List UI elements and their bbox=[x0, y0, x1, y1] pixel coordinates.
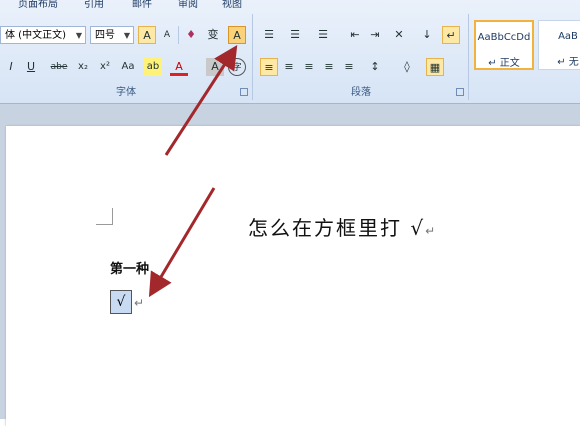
phonetic-guide-button[interactable]: 变 bbox=[204, 26, 222, 44]
method-label: 第一种 bbox=[110, 262, 150, 277]
tab-review[interactable]: 审阅 bbox=[178, 0, 198, 10]
font-name-combo[interactable]: 体 (中文正文) ▼ bbox=[0, 26, 86, 44]
style-name: ↵ 正文 bbox=[488, 58, 520, 69]
tab-mailings[interactable]: 邮件 bbox=[132, 0, 152, 10]
separator bbox=[178, 26, 179, 44]
justify-button[interactable]: ≡ bbox=[320, 58, 338, 76]
clear-format-button[interactable]: ♦ bbox=[182, 26, 200, 44]
ribbon: 页面布局 引用 邮件 审阅 视图 体 (中文正文) ▼ 四号 ▼ A A ♦ 变… bbox=[0, 0, 580, 104]
character-shading-button[interactable]: A bbox=[206, 58, 224, 76]
tab-view[interactable]: 视图 bbox=[222, 0, 242, 10]
paragraph-mark: ↵ bbox=[425, 224, 436, 238]
bullets-button[interactable]: ☰ bbox=[260, 26, 278, 44]
style-preview: AaBbCcDd bbox=[477, 32, 531, 43]
decrease-indent-button[interactable]: ⇤ bbox=[346, 26, 364, 44]
chinese-layout-button[interactable]: ✕ bbox=[390, 26, 408, 44]
document-title: 怎么在方框里打 √↵ bbox=[248, 212, 435, 241]
font-size-value: 四号 bbox=[95, 30, 115, 41]
line-spacing-button[interactable]: ↕ bbox=[366, 58, 384, 76]
italic-button[interactable]: I bbox=[2, 58, 20, 76]
paragraph-group: ☰ ☰ ☰ ⇤ ⇥ ✕ ↓ ↵ ≡ ≡ ≡ ≡ ≡ ↕ ◊ ▦ 段落 bbox=[254, 14, 469, 100]
numbering-button[interactable]: ☰ bbox=[286, 26, 304, 44]
subscript-button[interactable]: x₂ bbox=[74, 58, 92, 76]
paragraph-group-label: 段落 bbox=[351, 87, 371, 98]
enclose-characters-button[interactable]: 字 bbox=[228, 58, 246, 76]
tab-references[interactable]: 引用 bbox=[84, 0, 104, 10]
font-dialog-launcher[interactable] bbox=[240, 88, 248, 96]
grow-font-button[interactable]: A bbox=[138, 26, 156, 44]
character-border-button[interactable]: A bbox=[228, 26, 246, 44]
paragraph-mark: ↵ bbox=[134, 296, 145, 310]
font-name-value: 体 (中文正文) bbox=[5, 30, 66, 41]
boxed-check-character[interactable]: √ bbox=[110, 290, 132, 314]
tab-page-layout[interactable]: 页面布局 bbox=[18, 0, 58, 10]
multilevel-list-button[interactable]: ☰ bbox=[314, 26, 332, 44]
distributed-button[interactable]: ≡ bbox=[340, 58, 358, 76]
font-group: 体 (中文正文) ▼ 四号 ▼ A A ♦ 变 A I U abe x₂ x² … bbox=[0, 14, 253, 100]
strikethrough-button[interactable]: abe bbox=[50, 58, 68, 76]
chevron-down-icon: ▼ bbox=[75, 31, 82, 40]
increase-indent-button[interactable]: ⇥ bbox=[366, 26, 384, 44]
style-no-spacing[interactable]: AaB ↵ 无 bbox=[538, 20, 580, 70]
shrink-font-button[interactable]: A bbox=[158, 26, 176, 44]
title-text: 怎么在方框里打 √ bbox=[248, 216, 426, 240]
underline-button[interactable]: U bbox=[22, 58, 40, 76]
shading-button[interactable]: ◊ bbox=[398, 58, 416, 76]
paragraph-dialog-launcher[interactable] bbox=[456, 88, 464, 96]
margin-corner-mark bbox=[96, 208, 113, 225]
style-preview: AaB bbox=[558, 31, 578, 42]
style-name: ↵ 无 bbox=[557, 57, 579, 68]
font-size-combo[interactable]: 四号 ▼ bbox=[90, 26, 134, 44]
chevron-down-icon: ▼ bbox=[123, 31, 130, 40]
align-right-button[interactable]: ≡ bbox=[300, 58, 318, 76]
ribbon-tabs: 页面布局 引用 邮件 审阅 视图 bbox=[0, 0, 580, 10]
change-case-button[interactable]: Aa bbox=[116, 58, 140, 76]
document-canvas: 怎么在方框里打 √↵ 第一种 √ ↵ bbox=[0, 104, 580, 426]
center-button[interactable]: ≡ bbox=[280, 58, 298, 76]
show-marks-button[interactable]: ↵ bbox=[442, 26, 460, 44]
document-page[interactable]: 怎么在方框里打 √↵ 第一种 √ ↵ bbox=[6, 126, 580, 426]
superscript-button[interactable]: x² bbox=[96, 58, 114, 76]
borders-button[interactable]: ▦ bbox=[426, 58, 444, 76]
font-group-label: 字体 bbox=[116, 87, 136, 98]
sort-button[interactable]: ↓ bbox=[418, 26, 436, 44]
style-normal[interactable]: AaBbCcDd ↵ 正文 bbox=[474, 20, 534, 70]
highlight-color-button[interactable]: ab bbox=[144, 58, 162, 76]
align-left-button[interactable]: ≡ bbox=[260, 58, 278, 76]
font-color-button[interactable]: A bbox=[170, 58, 188, 76]
